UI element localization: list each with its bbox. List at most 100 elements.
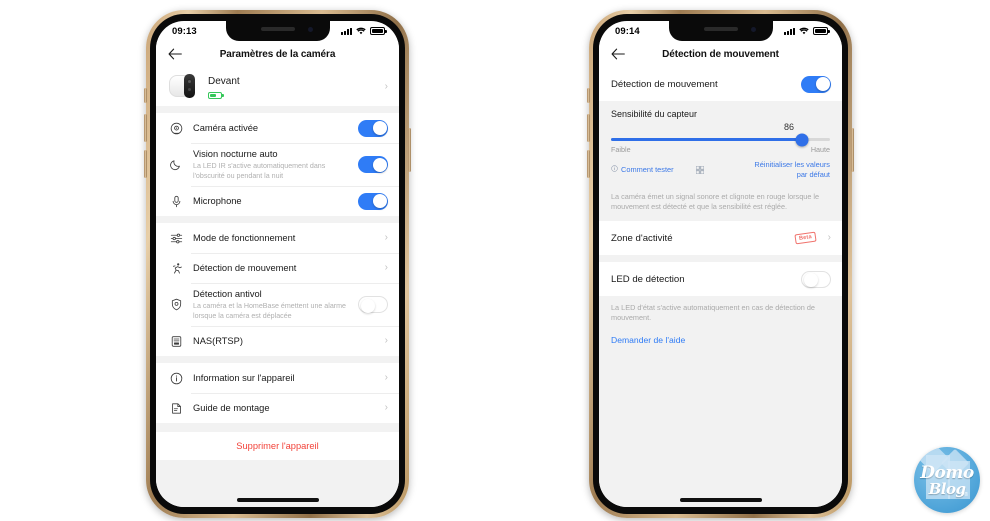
page-title: Détection de mouvement: [662, 48, 779, 60]
row-text: Détection de mouvement: [611, 73, 795, 96]
sensitivity-label: Sensibilité du capteur: [599, 101, 842, 122]
slider-min-label: Faible: [611, 145, 631, 154]
help-link[interactable]: Demander de l'aide: [599, 332, 842, 345]
row-device-info[interactable]: Information sur l'appareil ›: [156, 363, 399, 393]
toggle-camera-enabled[interactable]: [358, 119, 388, 137]
row-text: Vision nocturne auto La LED IR s'active …: [193, 143, 352, 186]
info-icon: [168, 372, 185, 385]
phone-left-screen: 09:13 Paramètres de la caméra Devant › C…: [156, 21, 399, 507]
row-title: Zone d'activité: [611, 232, 673, 244]
guide-icon: [168, 402, 185, 415]
signal-bars-icon: [784, 27, 795, 35]
toggle-motion-detection[interactable]: [801, 75, 831, 93]
sensitivity-help-text: La caméra émet un signal sonore et clign…: [599, 185, 842, 221]
section-gap: [156, 423, 399, 432]
row-working-mode[interactable]: Mode de fonctionnement ›: [156, 223, 399, 253]
back-arrow-icon[interactable]: [610, 46, 626, 62]
status-time: 09:13: [172, 25, 197, 37]
microphone-icon: [168, 195, 185, 208]
row-title: Détection de mouvement: [193, 262, 297, 273]
chevron-right-icon: ›: [384, 80, 388, 92]
toggle-microphone[interactable]: [358, 192, 388, 210]
section-gap: [599, 255, 842, 262]
row-microphone[interactable]: Microphone: [156, 186, 399, 216]
how-to-test-button[interactable]: Comment tester: [611, 165, 674, 174]
status-icons: [341, 27, 387, 35]
toggle-night-vision[interactable]: [358, 156, 388, 173]
row-title: Information sur l'appareil: [193, 372, 295, 383]
front-camera-icon: [307, 27, 313, 32]
battery-green-icon: [208, 91, 224, 99]
sensitivity-value: 86: [783, 122, 794, 132]
toggle-antitheft[interactable]: [358, 296, 388, 313]
row-text: Détection antivol La caméra et la HomeBa…: [193, 283, 352, 326]
volume-up-button[interactable]: [587, 114, 590, 142]
row-detection-led[interactable]: LED de détection: [599, 262, 842, 296]
phone-left: 09:13 Paramètres de la caméra Devant › C…: [144, 10, 411, 518]
volume-up-button[interactable]: [144, 114, 147, 142]
row-activity-zone[interactable]: Zone d'activité Beta ›: [599, 221, 842, 255]
row-text: Caméra activée: [193, 117, 352, 140]
row-night-vision[interactable]: Vision nocturne auto La LED IR s'active …: [156, 143, 399, 186]
back-arrow-icon[interactable]: [167, 46, 183, 62]
row-text: LED de détection: [611, 268, 795, 291]
device-header-row[interactable]: Devant ›: [156, 67, 399, 106]
row-nas-rtsp[interactable]: NAS(RTSP) ›: [156, 326, 399, 356]
silent-switch[interactable]: [144, 88, 147, 103]
row-motion-detection[interactable]: Détection de mouvement ›: [156, 253, 399, 283]
chevron-right-icon: ›: [384, 372, 388, 383]
section-gap: [156, 216, 399, 223]
row-camera-enabled[interactable]: Caméra activée: [156, 113, 399, 143]
row-antitheft[interactable]: Détection antivol La caméra et la HomeBa…: [156, 283, 399, 326]
status-time: 09:14: [615, 25, 640, 37]
sensitivity-slider[interactable]: [611, 133, 830, 146]
led-help-text: La LED d'état s'active automatiquement e…: [599, 296, 842, 332]
reset-defaults-button[interactable]: Réinitialiser les valeurs par défaut: [744, 160, 830, 179]
row-title: Mode de fonctionnement: [193, 232, 296, 243]
row-text: Mode de fonctionnement: [193, 227, 379, 250]
row-title: Vision nocturne auto: [193, 149, 278, 159]
delete-device-button[interactable]: Supprimer l'appareil: [156, 432, 399, 460]
home-indicator[interactable]: [679, 498, 762, 502]
row-text: Information sur l'appareil: [193, 367, 379, 390]
sensitivity-actions: Comment tester Réinitialiser les valeurs…: [611, 160, 830, 179]
row-title: Détection antivol: [193, 289, 262, 299]
front-camera-icon: [750, 27, 756, 32]
section-gap: [156, 356, 399, 363]
battery-icon: [813, 27, 830, 35]
nav-bar-left: Paramètres de la caméra: [156, 41, 399, 67]
power-button[interactable]: [851, 128, 854, 172]
settings-content-left: Devant › Caméra activée Vision nocturne …: [156, 67, 399, 507]
row-motion-detection-main[interactable]: Détection de mouvement: [599, 67, 842, 101]
row-text: NAS(RTSP): [193, 330, 379, 353]
volume-down-button[interactable]: [144, 150, 147, 178]
signal-bars-icon: [341, 27, 352, 35]
info-circle-icon: [611, 165, 618, 174]
device-meta: Devant: [208, 75, 379, 99]
silent-switch[interactable]: [587, 88, 590, 103]
phone-right: 09:14 Détection de mouvement Détection d…: [587, 10, 854, 518]
power-button[interactable]: [408, 128, 411, 172]
volume-down-button[interactable]: [587, 150, 590, 178]
qr-code-icon[interactable]: [695, 165, 705, 174]
phone-right-screen: 09:14 Détection de mouvement Détection d…: [599, 21, 842, 507]
phone-right-bezel: 09:14 Détection de mouvement Détection d…: [593, 14, 848, 514]
motion-content: Détection de mouvement Sensibilité du ca…: [599, 67, 842, 507]
slider-handle[interactable]: [795, 133, 809, 146]
moon-icon: [168, 158, 185, 171]
notch: [668, 21, 773, 41]
row-text: Détection de mouvement: [193, 257, 379, 280]
settings-group-3: Information sur l'appareil › Guide de mo…: [156, 363, 399, 423]
slider-max-label: Haute: [810, 145, 830, 154]
toggle-detection-led[interactable]: [801, 270, 831, 288]
row-title: Détection de mouvement: [611, 78, 718, 90]
slider-end-labels: Faible Haute: [611, 145, 830, 154]
home-indicator[interactable]: [236, 498, 319, 502]
row-title: LED de détection: [611, 273, 685, 285]
row-install-guide[interactable]: Guide de montage ›: [156, 393, 399, 423]
logo-line-2: Blog: [928, 480, 966, 498]
motion-icon: [168, 262, 185, 275]
row-title: Caméra activée: [193, 122, 259, 133]
battery-icon: [370, 27, 387, 35]
page-title: Paramètres de la caméra: [219, 48, 336, 60]
